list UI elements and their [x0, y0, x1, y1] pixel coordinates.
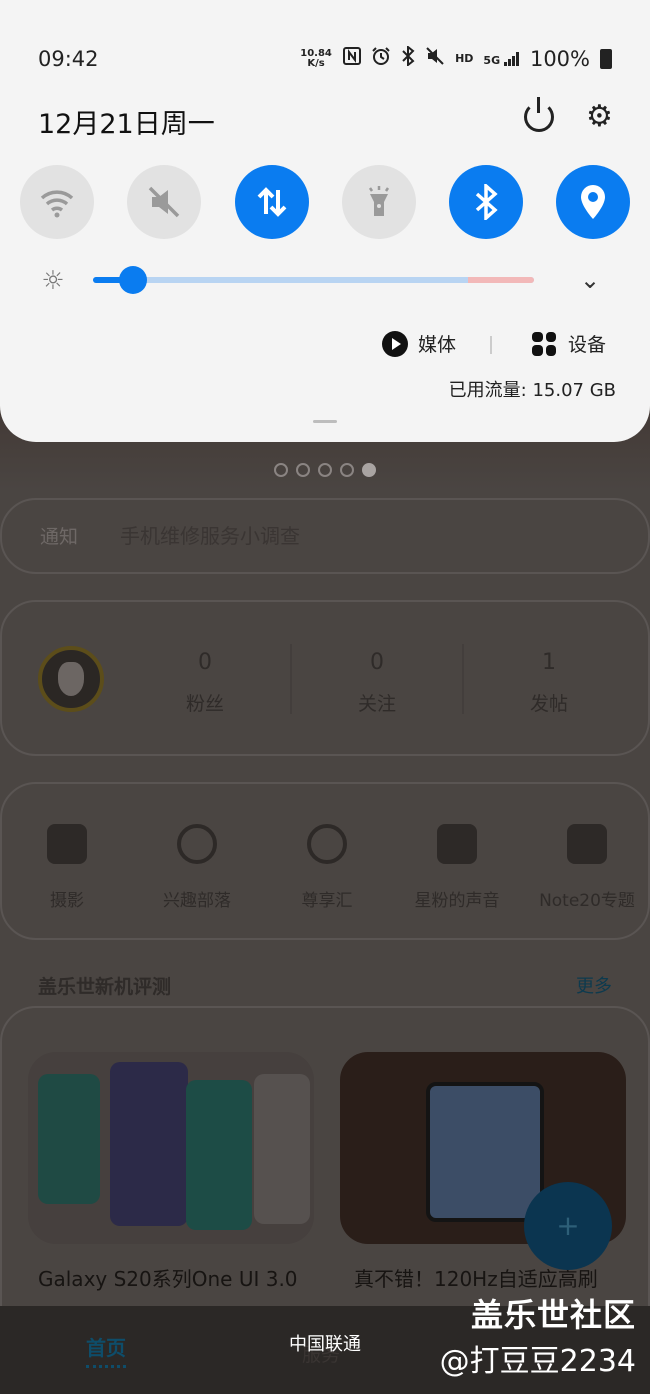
chevron-down-icon[interactable]: ⌄ [580, 266, 600, 294]
avatar[interactable] [38, 646, 104, 712]
divider [490, 336, 492, 354]
notice-label: 通知 [40, 526, 79, 548]
gear-icon[interactable]: ⚙ [586, 101, 613, 133]
watermark-user: @打豆豆2234 [439, 1344, 636, 1379]
phone-screenshot [426, 1082, 544, 1222]
shortcut-premium[interactable]: 尊享汇 [262, 824, 392, 911]
z-badge-icon [307, 824, 347, 864]
heart-search-icon [177, 824, 217, 864]
phone-screenshot [186, 1080, 252, 1230]
chat-bubble-icon [437, 824, 477, 864]
shortcut-note20[interactable]: Note20专题 [522, 824, 650, 911]
shortcut-label: 兴趣部落 [163, 891, 231, 911]
watermark-title: 盖乐世社区 [470, 1296, 636, 1334]
devices-button[interactable]: 设备 [532, 330, 606, 357]
review-thumbnail[interactable] [28, 1052, 314, 1244]
panel-drag-handle[interactable] [313, 420, 337, 423]
mute-icon [148, 186, 180, 218]
flashlight-tile[interactable] [342, 165, 416, 239]
pager-dot [296, 463, 310, 477]
status-icons: 10.84 K/s HD 5G 100% [299, 44, 612, 71]
bluetooth-tile[interactable] [449, 165, 523, 239]
stat-value: 0 [198, 650, 212, 675]
stat-following[interactable]: 0 关注 [290, 650, 464, 716]
bluetooth-icon [401, 44, 415, 71]
shortcut-label: 尊享汇 [301, 891, 353, 911]
nfc-icon [343, 47, 362, 70]
sound-tile[interactable] [127, 165, 201, 239]
wifi-tile[interactable] [20, 165, 94, 239]
phone-screenshot [38, 1074, 100, 1204]
pager-dots [0, 463, 650, 477]
alarm-icon [371, 46, 391, 71]
stat-value: 1 [542, 650, 556, 675]
battery-icon [600, 48, 612, 69]
mobile-data-tile[interactable] [235, 165, 309, 239]
status-time: 09:42 [38, 47, 99, 71]
quick-settings-panel: 09:42 10.84 K/s HD 5G 100% 12月21日周一 ⚙ ☼ … [0, 0, 650, 442]
devices-label: 设备 [568, 334, 607, 356]
media-button[interactable]: 媒体 [382, 330, 456, 357]
power-icon[interactable] [524, 97, 554, 132]
shortcut-label: 星粉的声音 [414, 891, 500, 911]
pager-dot [274, 463, 288, 477]
add-post-button[interactable]: + [524, 1182, 612, 1270]
shortcut-photography[interactable]: 摄影 [2, 824, 132, 911]
stat-posts[interactable]: 1 发帖 [462, 650, 636, 716]
bluetooth-icon [475, 184, 498, 220]
stat-label: 粉丝 [185, 693, 224, 715]
wifi-icon [40, 190, 74, 218]
shortcut-interest-tribe[interactable]: 兴趣部落 [132, 824, 262, 911]
brightness-slider[interactable] [93, 266, 534, 294]
notice-text[interactable]: 手机维修服务小调查 [120, 520, 300, 549]
section-title: 盖乐世新机评测 [38, 976, 172, 998]
location-pin-icon [581, 185, 605, 219]
notice-bar[interactable]: 通知 手机维修服务小调查 [0, 498, 650, 574]
more-link[interactable]: 更多 [576, 972, 612, 998]
pager-dot-active [362, 463, 376, 477]
stat-value: 0 [370, 650, 384, 675]
shortcut-label: 摄影 [50, 891, 84, 911]
books-icon [567, 824, 607, 864]
hd-icon: HD [455, 51, 474, 65]
network-type: 5G [483, 53, 501, 67]
brightness-icon: ☼ [41, 266, 65, 296]
devices-icon [532, 331, 556, 356]
brightness-thumb[interactable] [119, 266, 147, 294]
shortcut-grid: 摄影 兴趣部落 尊享汇 星粉的声音 Note20专题 [0, 782, 650, 940]
shortcut-label: Note20专题 [539, 891, 635, 911]
flashlight-icon [368, 186, 390, 216]
5g-signal-icon: 5G [483, 51, 520, 67]
phone-screenshot [110, 1062, 188, 1226]
stat-label: 发帖 [529, 693, 568, 715]
battery-percent: 100% [529, 46, 590, 71]
play-icon [382, 330, 408, 357]
net-speed: 10.84 K/s [300, 47, 332, 69]
date-label[interactable]: 12月21日周一 [38, 102, 215, 141]
data-usage: 已用流量: 15.07 GB [448, 380, 616, 401]
mute-icon [425, 46, 445, 71]
media-label: 媒体 [418, 334, 457, 356]
stat-fans[interactable]: 0 粉丝 [118, 650, 292, 716]
pager-dot [340, 463, 354, 477]
location-tile[interactable] [556, 165, 630, 239]
camera-icon [47, 824, 87, 864]
pager-dot [318, 463, 332, 477]
review-title[interactable]: Galaxy S20系列One UI 3.0 [38, 1264, 338, 1294]
stat-label: 关注 [357, 693, 396, 715]
phone-screenshot [254, 1074, 310, 1224]
shortcut-fan-voice[interactable]: 星粉的声音 [392, 824, 522, 911]
brightness-high-zone [468, 277, 534, 283]
data-arrows-icon [257, 187, 287, 217]
profile-card: 0 粉丝 0 关注 1 发帖 [0, 600, 650, 756]
